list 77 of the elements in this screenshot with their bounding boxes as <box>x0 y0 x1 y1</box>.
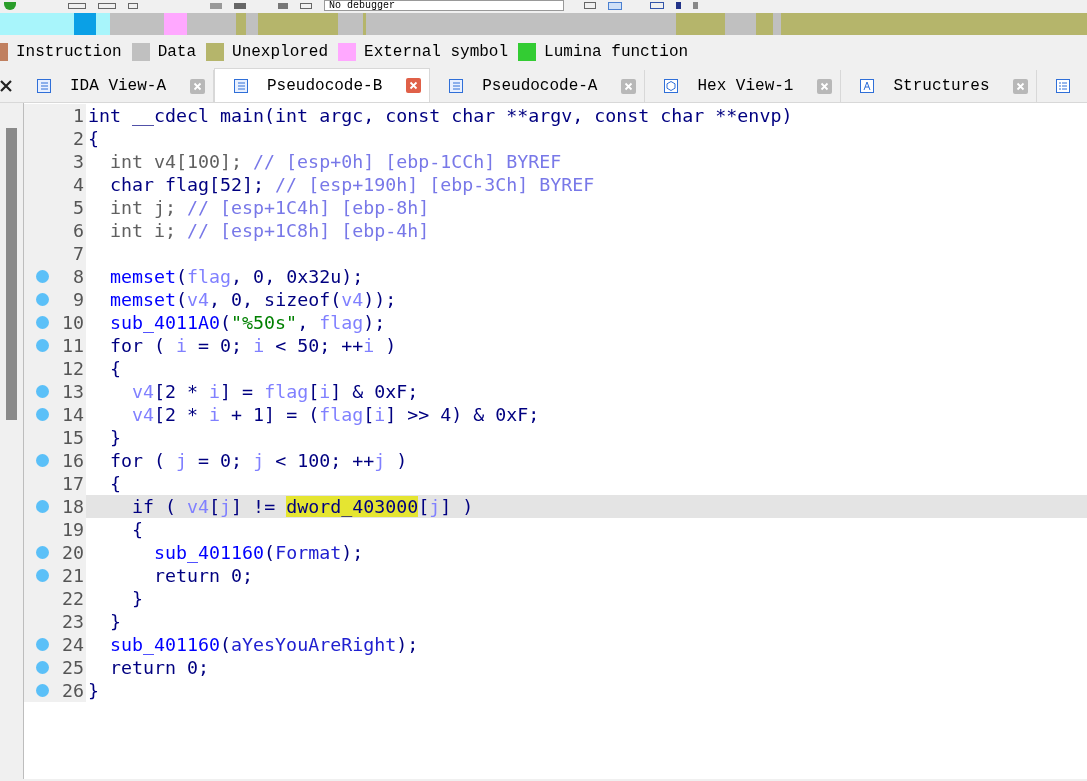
code-line: return 0; <box>153 563 254 588</box>
code-line: v4[2 * i + 1] = (flag[i] >> 4) & 0xF; <box>131 402 540 427</box>
line-number: 10 <box>62 310 85 335</box>
listing-icon <box>36 78 52 94</box>
line-number: 2 <box>73 126 85 151</box>
line-number: 1 <box>73 103 85 128</box>
tab[interactable]: Pseudocode-B <box>214 68 431 102</box>
line-number: 26 <box>62 678 85 703</box>
line-number: 8 <box>73 264 85 289</box>
line-number: 6 <box>73 218 85 243</box>
code-line: int i; // [esp+1C8h] [ebp-4h] <box>109 218 430 243</box>
line-number: 13 <box>62 379 85 404</box>
toolbar-icon[interactable] <box>650 2 664 9</box>
code-line: sub_401160(aYesYouAreRight); <box>109 632 419 657</box>
toolbar-icon[interactable] <box>300 2 312 9</box>
toolbar-icon[interactable] <box>608 1 622 10</box>
line-number: 19 <box>62 517 85 542</box>
code-line: } <box>109 609 122 634</box>
line-number: 3 <box>73 149 85 174</box>
letter-icon <box>859 78 876 94</box>
line-number: 14 <box>62 402 85 427</box>
toolbar-icon[interactable] <box>584 2 596 9</box>
close-tab-icon[interactable] <box>190 78 205 94</box>
code-line: } <box>109 425 122 450</box>
listing-icon <box>448 78 465 94</box>
code-line: if ( v4[j] != dword_403000[j] ) <box>131 494 474 519</box>
list-icon <box>1055 78 1072 94</box>
close-tab-icon[interactable] <box>1013 78 1029 94</box>
line-number: 22 <box>62 586 85 611</box>
line-number: 18 <box>62 494 85 519</box>
line-number: 7 <box>73 241 85 266</box>
toolbar-icon[interactable] <box>128 2 138 9</box>
code-line: return 0; <box>109 655 210 680</box>
close-tab-icon[interactable] <box>817 78 833 94</box>
legend-label: External symbol <box>364 42 509 63</box>
toolbar-icon[interactable] <box>4 1 16 10</box>
legend-label: Lumina function <box>544 42 689 63</box>
listing-icon <box>233 77 249 94</box>
code-line: int __cdecl main(int argc, const char **argv, const char **envp) <box>88 103 793 128</box>
line-number: 12 <box>62 356 85 381</box>
line-number: 21 <box>62 563 85 588</box>
line-number: 9 <box>73 287 85 312</box>
code-line: { <box>88 126 99 151</box>
code-line: for ( j = 0; j < 100; ++j ) <box>109 448 408 473</box>
line-number: 15 <box>62 425 85 450</box>
code-line: { <box>131 517 144 542</box>
code-line: for ( i = 0; i < 50; ++i ) <box>109 333 397 358</box>
code-line: } <box>131 586 144 611</box>
code-line: char flag[52]; // [esp+190h] [ebp-3Ch] BYREF <box>109 172 595 197</box>
code-line: memset(v4, 0, sizeof(v4)); <box>109 287 397 312</box>
line-number: 23 <box>62 609 85 634</box>
line-number: 20 <box>62 540 85 565</box>
line-number: 25 <box>62 655 85 680</box>
toolbar-icon[interactable] <box>98 2 116 9</box>
debugger-select[interactable]: No debugger <box>324 0 564 11</box>
close-tab-icon[interactable] <box>406 78 422 93</box>
code-line: { <box>109 356 122 381</box>
line-number: 11 <box>62 333 85 358</box>
code-line: } <box>88 678 99 703</box>
code-line: sub_4011A0("%50s", flag); <box>109 310 386 335</box>
scrollbar-thumb[interactable] <box>6 128 17 420</box>
legend-label: Instruction <box>16 42 122 63</box>
legend-label: Data <box>157 42 197 63</box>
code-line: v4[2 * i] = flag[i] & 0xF; <box>131 379 419 404</box>
close-tab-icon[interactable] <box>621 78 637 94</box>
line-number: 24 <box>62 632 85 657</box>
code-line: int j; // [esp+1C4h] [ebp-8h] <box>109 195 430 220</box>
code-line: { <box>109 471 122 496</box>
code-line: int v4[100]; // [esp+0h] [ebp-1CCh] BYREF <box>109 149 562 174</box>
line-number: 5 <box>73 195 85 220</box>
code-line: sub_401160(Format); <box>153 540 364 565</box>
code-line: memset(flag, 0, 0x32u); <box>109 264 364 289</box>
line-number: 17 <box>62 471 85 496</box>
toolbar-icon[interactable] <box>68 2 86 9</box>
line-number: 4 <box>73 172 85 197</box>
line-number: 16 <box>62 448 85 473</box>
legend-label: Unexplored <box>232 42 329 63</box>
